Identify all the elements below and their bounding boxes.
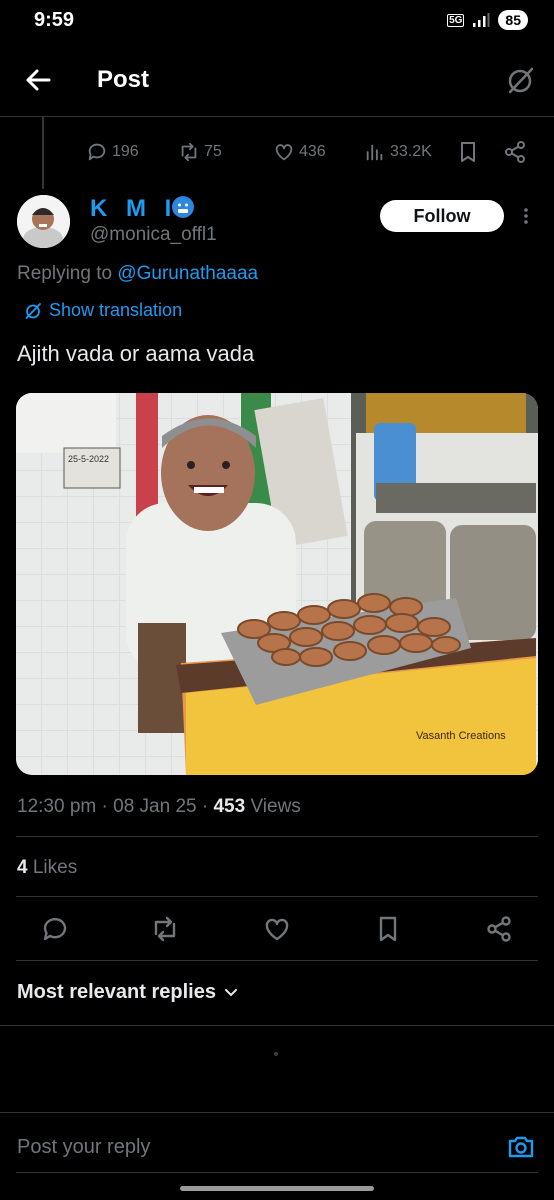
header-divider [0, 116, 554, 117]
avatar-image [17, 195, 70, 248]
bookmark-icon[interactable] [456, 140, 480, 164]
share-icon[interactable] [484, 914, 514, 944]
parent-reply-count: 196 [112, 143, 139, 160]
page-title: Post [97, 66, 150, 93]
follow-button[interactable]: Follow [380, 200, 504, 232]
show-translation-link[interactable]: Show translation [24, 300, 182, 321]
likes-divider [16, 896, 538, 897]
post-image[interactable]: 25-5-2022 Vasanth Creations [16, 393, 538, 775]
post-time: 12:30 pm [17, 796, 97, 817]
home-indicator[interactable] [180, 1186, 374, 1191]
repost-icon [181, 142, 197, 162]
replying-prefix: Replying to [17, 263, 118, 284]
signal-icon [473, 13, 490, 27]
views-icon [366, 144, 383, 161]
views-label: Views [245, 796, 301, 817]
thread-line [42, 117, 44, 189]
status-time: 9:59 [34, 9, 75, 31]
replying-to: Replying to @Gurunathaaaa [17, 263, 258, 285]
calendar-date: 25-5-2022 [68, 454, 109, 464]
post-meta: 12:30 pm · 08 Jan 25 · 453 Views [17, 796, 301, 817]
chevron-down-icon [224, 988, 237, 996]
battery-level: 85 [498, 10, 528, 30]
section-divider [0, 1025, 554, 1026]
avatar[interactable] [17, 195, 70, 248]
show-translation-label: Show translation [49, 300, 183, 320]
parent-like-count: 436 [299, 143, 326, 160]
loading-indicator [274, 1052, 278, 1056]
reply-icon [88, 143, 106, 161]
share-icon[interactable] [503, 140, 527, 164]
back-arrow-icon[interactable] [22, 64, 54, 96]
composer-divider [0, 1112, 554, 1113]
reply-input[interactable]: Post your reply [17, 1136, 150, 1159]
network-indicator: 5G [447, 13, 465, 27]
status-icons: 5G 85 [447, 10, 528, 30]
views-count: 453 [213, 796, 246, 817]
replying-mention[interactable]: @Gurunathaaaa [117, 263, 258, 284]
parent-views-count: 33.2K [390, 143, 432, 160]
cold-face-emoji [172, 196, 194, 218]
likes-count: 4 [17, 857, 28, 878]
likes-summary[interactable]: 4 Likes [17, 857, 77, 879]
translate-icon [25, 302, 41, 319]
parent-views-button[interactable]: 33.2K [364, 140, 432, 164]
image-watermark: Vasanth Creations [416, 730, 506, 742]
post-date: 08 Jan 25 [113, 796, 197, 817]
display-name[interactable]: K M I [90, 195, 177, 223]
composer-bottom-divider [16, 1172, 538, 1173]
more-icon[interactable] [518, 206, 534, 226]
meta-divider [16, 836, 538, 837]
repost-icon[interactable] [150, 914, 180, 944]
reply-sort-dropdown[interactable]: Most relevant replies [17, 981, 238, 1004]
parent-repost-count: 75 [204, 143, 222, 160]
grok-icon[interactable] [504, 64, 536, 96]
reply-sort-label: Most relevant replies [17, 981, 216, 1003]
parent-like-button[interactable]: 436 [273, 140, 326, 164]
reply-icon[interactable] [40, 914, 70, 944]
parent-reply-button[interactable]: 196 [86, 140, 139, 164]
vada-shop-photo: 25-5-2022 Vasanth Creations [16, 393, 538, 775]
camera-icon[interactable] [506, 1132, 536, 1162]
likes-label: Likes [27, 857, 78, 878]
actions-divider [16, 960, 538, 961]
parent-repost-button[interactable]: 75 [178, 140, 222, 164]
post-text: Ajith vada or aama vada [17, 341, 255, 366]
handle[interactable]: @monica_offl1 [90, 224, 217, 246]
bookmark-icon[interactable] [373, 914, 403, 944]
like-icon [275, 144, 293, 161]
like-icon[interactable] [262, 914, 292, 944]
